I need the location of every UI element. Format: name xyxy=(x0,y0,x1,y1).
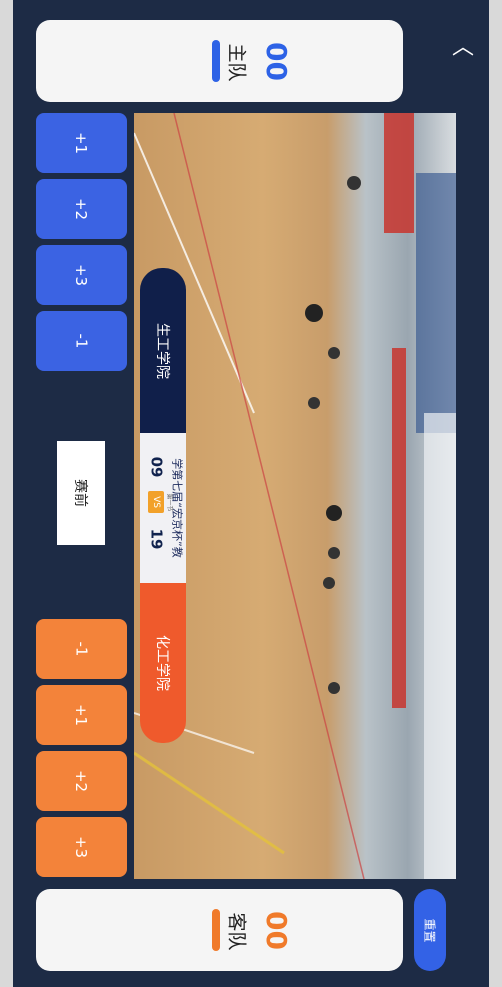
reset-button[interactable]: 重置 xyxy=(414,889,446,971)
chevron-up-icon[interactable]: ︿ xyxy=(448,30,478,60)
overlay-team-left: 生工学院 xyxy=(140,268,186,433)
overlay-vs: VS xyxy=(148,491,164,513)
away-score: 00 xyxy=(259,910,293,950)
overlay-score-right: 19 xyxy=(147,528,165,550)
away-minus-1-button[interactable]: -1 xyxy=(36,619,127,679)
home-plus-1-button[interactable]: +1 xyxy=(36,113,127,173)
overlay-score-left: 09 xyxy=(147,456,165,478)
overlay-quarter: 第一节 xyxy=(165,492,173,512)
overlay-team-right: 化工学院 xyxy=(140,583,186,743)
home-score: 00 xyxy=(259,41,293,81)
away-color-bar xyxy=(212,909,220,951)
overlay-center: 学第七届“宏京杯”教 09 VS 第一节 19 xyxy=(140,433,186,583)
away-team-label: 客队 xyxy=(225,911,248,951)
home-team-label: 主队 xyxy=(225,42,248,82)
home-plus-3-button[interactable]: +3 xyxy=(36,245,127,305)
home-color-bar xyxy=(212,40,220,82)
home-score-card: 主队 00 xyxy=(36,20,403,102)
away-plus-2-button[interactable]: +2 xyxy=(36,751,127,811)
quarter-status[interactable]: 赛前 xyxy=(57,441,105,545)
home-plus-2-button[interactable]: +2 xyxy=(36,179,127,239)
home-minus-1-button[interactable]: -1 xyxy=(36,311,127,371)
scoreboard-overlay: 生工学院 学第七届“宏京杯”教 09 VS 第一节 19 化工学院 xyxy=(140,268,186,743)
away-score-card: 客队 00 xyxy=(36,889,403,971)
away-plus-1-button[interactable]: +1 xyxy=(36,685,127,745)
away-plus-3-button[interactable]: +3 xyxy=(36,817,127,877)
